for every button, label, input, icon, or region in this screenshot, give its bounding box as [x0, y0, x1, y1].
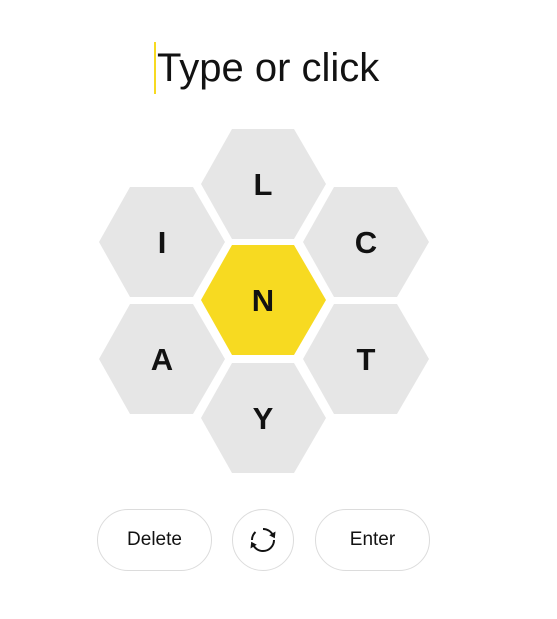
hive-cell-letter: I: [158, 225, 167, 260]
hive-cell-lower-right[interactable]: T: [303, 304, 429, 414]
shuffle-icon: [250, 527, 276, 553]
hive-cell-lower-left[interactable]: A: [99, 304, 225, 414]
hive-cell-letter: Y: [253, 401, 274, 436]
hive-cell-letter: L: [254, 167, 273, 202]
shuffle-button[interactable]: [232, 509, 294, 571]
hive-cell-upper-right[interactable]: C: [303, 187, 429, 297]
delete-button[interactable]: Delete: [97, 509, 212, 571]
hive-cell-center[interactable]: N: [201, 245, 326, 355]
hive-cell-letter: A: [151, 342, 173, 377]
hive-cell-letter: C: [355, 225, 377, 260]
hive-cell-letter: T: [357, 342, 376, 377]
hive-cell-upper-left[interactable]: I: [99, 187, 225, 297]
hive-center-letter: N: [252, 283, 274, 318]
hive-cell-top[interactable]: L: [201, 129, 326, 239]
hive-cell-bottom[interactable]: Y: [201, 363, 326, 473]
enter-button[interactable]: Enter: [315, 509, 430, 571]
